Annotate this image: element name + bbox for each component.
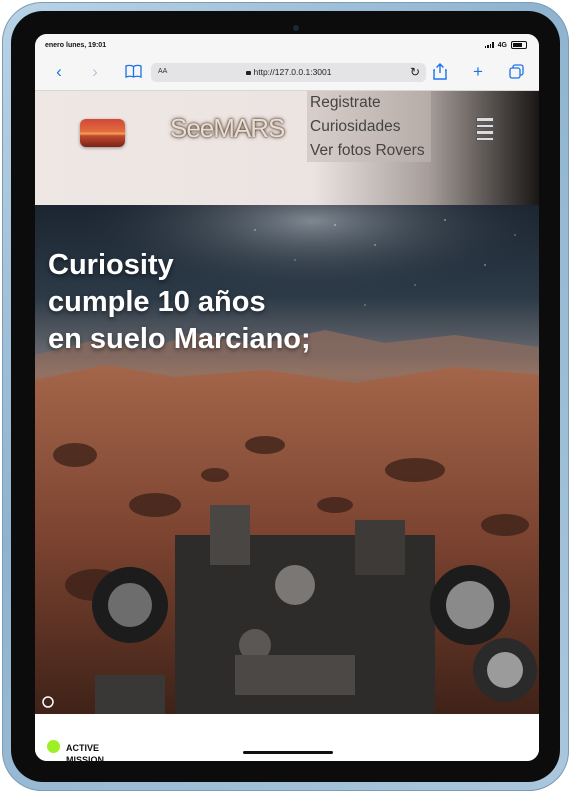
mission-status-label: ACTIVE MISSION <box>66 743 105 761</box>
network-label: 4G <box>497 41 507 49</box>
status-time: enero lunes, 19:01 <box>45 42 107 49</box>
home-indicator[interactable] <box>243 751 333 754</box>
nav-item-registrate[interactable]: Registrate <box>307 91 431 115</box>
tabs-icon[interactable] <box>506 64 526 84</box>
screen: enero lunes, 19:01 4G ‹ › AA http://127.… <box>35 34 539 761</box>
hero-title-line: Curiosity <box>48 249 174 281</box>
nav-menu: Registrate Curiosidades Ver fotos Rovers <box>307 91 431 162</box>
hero-title-line: en suelo Marciano; <box>48 323 311 355</box>
plus-icon[interactable]: + <box>468 62 488 82</box>
status-bar: enero lunes, 19:01 4G <box>35 34 539 54</box>
status-dot-icon <box>47 740 60 753</box>
share-icon[interactable] <box>430 63 450 83</box>
url-value: http://127.0.0.1:3001 <box>253 67 332 77</box>
hero-title-line: cumple 10 años <box>48 286 266 318</box>
forward-icon[interactable]: › <box>85 62 105 82</box>
back-icon[interactable]: ‹ <box>49 62 69 82</box>
browser-toolbar: ‹ › AA http://127.0.0.1:3001 ↻ + <box>35 54 539 91</box>
status-indicators: 4G <box>484 41 527 49</box>
url-text: http://127.0.0.1:3001 <box>151 67 426 77</box>
hero-title: Curiosity cumple 10 años en suelo Marcia… <box>48 247 378 358</box>
battery-icon <box>511 41 527 49</box>
lock-icon <box>245 71 251 75</box>
hamburger-menu-icon[interactable] <box>476 117 494 141</box>
address-bar[interactable]: AA http://127.0.0.1:3001 ↻ <box>151 63 426 82</box>
signal-icon <box>484 42 494 48</box>
mars-logo-image[interactable] <box>80 119 125 147</box>
reader-icon[interactable] <box>123 63 143 83</box>
site-header: SeeMARS Registrate Curiosidades Ver foto… <box>35 91 539 205</box>
nav-item-curiosidades[interactable]: Curiosidades <box>307 115 431 139</box>
hero-banner: Curiosity cumple 10 años en suelo Marcia… <box>35 205 539 714</box>
nav-item-ver-fotos-rovers[interactable]: Ver fotos Rovers <box>307 139 431 163</box>
brand-logo[interactable]: SeeMARS <box>170 113 285 144</box>
reload-icon[interactable]: ↻ <box>410 65 420 79</box>
front-camera <box>293 25 299 31</box>
